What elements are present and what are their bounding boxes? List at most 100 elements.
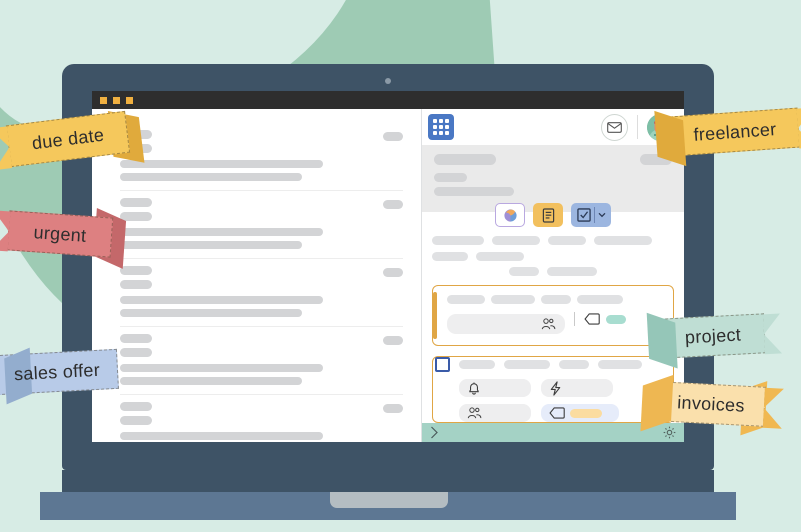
app-toolbar bbox=[422, 109, 684, 146]
sender-placeholder bbox=[120, 402, 152, 411]
assignee-field[interactable] bbox=[447, 314, 565, 334]
ribbon-sales-offer: sales offer bbox=[0, 347, 119, 405]
list-item[interactable] bbox=[120, 327, 403, 395]
card-header-row bbox=[435, 357, 673, 372]
header-subtitle-placeholder bbox=[434, 173, 467, 183]
webcam-icon bbox=[385, 78, 391, 84]
ribbon-freelancer: freelancer bbox=[654, 107, 801, 167]
browser-titlebar bbox=[92, 91, 684, 109]
filter-pill[interactable] bbox=[509, 267, 539, 276]
task-card[interactable] bbox=[432, 356, 674, 423]
filter-pill[interactable] bbox=[432, 252, 468, 261]
tag-icon bbox=[584, 313, 600, 325]
filter-pill[interactable] bbox=[547, 267, 597, 276]
orb-button[interactable] bbox=[495, 203, 525, 227]
card-pill bbox=[447, 295, 485, 304]
list-item[interactable] bbox=[120, 395, 403, 442]
window-maximize-button[interactable] bbox=[113, 96, 120, 104]
ribbon-label: freelancer bbox=[692, 118, 778, 145]
subject-placeholder bbox=[120, 432, 323, 440]
timestamp-placeholder bbox=[383, 336, 403, 345]
tag-icon bbox=[549, 407, 565, 419]
laptop-lid bbox=[62, 64, 714, 470]
ribbon-notch bbox=[762, 387, 784, 429]
task-header-block bbox=[422, 145, 684, 227]
gear-icon[interactable] bbox=[663, 426, 676, 439]
tag-group[interactable] bbox=[574, 312, 626, 326]
header-title-placeholder bbox=[434, 154, 496, 166]
list-item[interactable] bbox=[120, 123, 403, 191]
selected-task-card[interactable] bbox=[432, 285, 674, 346]
lightning-icon bbox=[550, 380, 561, 396]
document-button[interactable] bbox=[533, 203, 563, 227]
filter-pill[interactable] bbox=[476, 252, 524, 261]
filter-pill[interactable] bbox=[548, 236, 586, 245]
preview-placeholder bbox=[120, 173, 302, 181]
card-icon-row-1 bbox=[459, 379, 673, 397]
card-pill bbox=[504, 360, 550, 369]
card-pill-row bbox=[447, 295, 663, 304]
card-pill bbox=[577, 295, 623, 304]
ribbon-invoices: invoices bbox=[640, 374, 784, 436]
sender-sub-placeholder bbox=[120, 348, 152, 357]
sender-placeholder bbox=[120, 266, 152, 275]
ribbon-label: due date bbox=[30, 124, 106, 153]
window-close-button[interactable] bbox=[126, 96, 133, 104]
card-pill bbox=[598, 360, 642, 369]
ribbon-label: sales offer bbox=[13, 359, 101, 384]
preview-placeholder bbox=[120, 309, 302, 317]
filter-pill[interactable] bbox=[492, 236, 540, 245]
window-minimize-button[interactable] bbox=[100, 96, 107, 104]
ribbon-notch bbox=[762, 313, 783, 355]
card-pill bbox=[491, 295, 535, 304]
sender-placeholder bbox=[120, 198, 152, 207]
sender-placeholder bbox=[120, 334, 152, 343]
laptop-base-top bbox=[62, 470, 714, 492]
ribbon-fold bbox=[107, 111, 145, 163]
ribbon-label: project bbox=[684, 324, 742, 347]
timestamp-placeholder bbox=[383, 200, 403, 209]
assignee-field[interactable] bbox=[459, 404, 531, 422]
tag-field[interactable] bbox=[541, 404, 619, 422]
list-item[interactable] bbox=[120, 191, 403, 259]
people-icon bbox=[467, 407, 482, 419]
apps-grid-icon[interactable] bbox=[428, 114, 454, 141]
toolbar-divider bbox=[637, 115, 638, 140]
sender-sub-placeholder bbox=[120, 416, 152, 425]
laptop-screen bbox=[92, 91, 684, 442]
preview-placeholder bbox=[120, 241, 302, 249]
card-pill bbox=[541, 295, 571, 304]
filter-pill[interactable] bbox=[432, 236, 484, 245]
ribbon-notch bbox=[0, 210, 11, 252]
chevron-right-icon[interactable] bbox=[430, 426, 439, 439]
priority-field[interactable] bbox=[541, 379, 613, 397]
ribbon-project: project bbox=[646, 312, 783, 369]
subject-placeholder bbox=[120, 364, 323, 372]
list-item[interactable] bbox=[120, 259, 403, 327]
chevron-down-icon bbox=[598, 212, 605, 218]
dropdown-divider bbox=[593, 207, 595, 223]
ribbon-urgent: urgent bbox=[0, 208, 127, 269]
card-pill bbox=[559, 360, 589, 369]
timestamp-placeholder bbox=[383, 268, 403, 277]
app-panes bbox=[92, 109, 684, 442]
card-pill bbox=[459, 360, 495, 369]
card-accent-bar bbox=[433, 292, 437, 339]
subject-placeholder bbox=[120, 228, 323, 236]
people-icon bbox=[541, 318, 556, 330]
filter-pill[interactable] bbox=[594, 236, 652, 245]
ribbon-notch bbox=[0, 126, 13, 171]
task-checkbox[interactable] bbox=[435, 357, 450, 372]
filter-pill-row-2 bbox=[422, 261, 684, 276]
task-button[interactable] bbox=[571, 203, 611, 227]
laptop-trackpad bbox=[330, 492, 448, 508]
envelope-icon[interactable] bbox=[601, 113, 628, 141]
preview-placeholder bbox=[120, 377, 302, 385]
illustration-scene: due date urgent sales offer freelancer p… bbox=[0, 0, 801, 532]
subject-placeholder bbox=[120, 296, 323, 304]
subject-placeholder bbox=[120, 160, 323, 168]
tag-pill bbox=[606, 314, 626, 324]
bell-icon bbox=[469, 382, 479, 395]
reminder-field[interactable] bbox=[459, 379, 531, 397]
ribbon-label: urgent bbox=[32, 221, 88, 246]
